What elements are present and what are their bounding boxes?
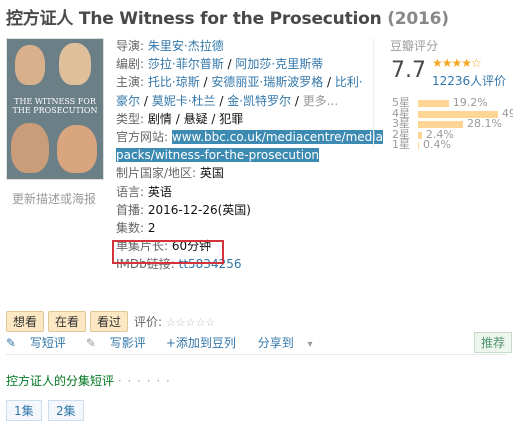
movie-info: 导演: 朱里安·杰拉德 编剧: 莎拉·菲尔普斯 / 阿加莎·克里斯蒂 主演: 托… xyxy=(116,39,383,272)
episode-reviews-title: 控方证人的分集短评 · · · · · · xyxy=(6,374,171,388)
country: 英国 xyxy=(199,166,224,181)
release-year: (2016) xyxy=(387,9,449,29)
rating-votes-link[interactable]: 12236人评价 xyxy=(432,72,506,89)
write-short-review-link[interactable]: ✎ 写短评 xyxy=(6,336,76,350)
add-to-list-link[interactable]: +添加到豆列 xyxy=(166,336,236,350)
share-link[interactable]: 分享到 ▾ xyxy=(258,336,323,350)
section-divider xyxy=(6,354,506,355)
cast-link[interactable]: 安德丽亚·瑞斯波罗格 xyxy=(211,75,323,89)
divider xyxy=(373,38,374,148)
rate-label: 评价: xyxy=(134,315,163,329)
pen-icon: ✎ xyxy=(85,336,96,350)
genre: 剧情 xyxy=(147,111,172,126)
cast-link[interactable]: 莫妮卡·杜兰 xyxy=(152,94,216,108)
language-label: 语言: xyxy=(116,184,145,199)
language: 英语 xyxy=(147,184,172,199)
rating-percent: 0.4% xyxy=(423,138,451,151)
director-label: 导演: xyxy=(116,39,145,53)
rating-score: 7.7 xyxy=(391,58,426,83)
rating-bar-fill xyxy=(418,131,422,139)
chevron-down-icon: ▾ xyxy=(307,339,313,350)
episode-tab-1[interactable]: 1集 xyxy=(6,400,42,421)
premiere-date: 2016-12-26(英国) xyxy=(147,202,251,217)
action-links: ✎ 写短评 ✎ 写影评 +添加到豆列 分享到 ▾ xyxy=(6,334,333,351)
writer-link[interactable]: 阿加莎·克里斯蒂 xyxy=(235,57,323,71)
rating-stars-icon: ★★★★☆ xyxy=(432,56,482,70)
update-description-link[interactable]: 更新描述或海报 xyxy=(12,190,96,207)
genre-label: 类型: xyxy=(116,111,145,126)
writer-label: 编剧: xyxy=(116,57,145,72)
cast-link[interactable]: 托比·琼斯 xyxy=(148,75,200,89)
watched-button[interactable]: 看过 xyxy=(90,311,129,332)
rating-percent: 28.1% xyxy=(466,117,502,130)
genre: 犯罪 xyxy=(219,111,244,126)
genre: 悬疑 xyxy=(183,111,208,126)
want-to-watch-button[interactable]: 想看 xyxy=(6,311,45,332)
pencil-icon: ✎ xyxy=(6,336,17,350)
poster-caption: THE WITNESS FOR THE PROSECUTION xyxy=(12,97,98,115)
episodes-label: 集数: xyxy=(116,221,145,236)
cast-link[interactable]: 豪尔 xyxy=(116,94,140,108)
runtime-highlight-box xyxy=(112,240,224,264)
director-link[interactable]: 朱里安·杰拉德 xyxy=(148,39,224,53)
website-link[interactable]: www.bbc.co.uk/mediacentre/media xyxy=(171,130,383,145)
rating-bar-fill xyxy=(418,121,463,128)
premiere-label: 首播: xyxy=(116,202,145,217)
rating-percent: 49.9% xyxy=(501,106,513,120)
website-label: 官方网站: xyxy=(116,130,169,145)
rating-bar-fill xyxy=(418,100,449,107)
action-buttons: 想看 在看 看过 评价: ☆☆☆☆☆ xyxy=(6,311,215,332)
cast-link[interactable]: 比利· xyxy=(335,75,363,89)
more-cast-link[interactable]: 更多... xyxy=(303,94,338,108)
rating-bar-fill xyxy=(418,142,419,149)
rating-label: 豆瓣评分 xyxy=(390,39,439,53)
page-title: 控方证人 The Witness for the Prosecution (20… xyxy=(6,9,449,29)
poster-image[interactable]: THE WITNESS FOR THE PROSECUTION xyxy=(6,38,104,180)
cast-label: 主演: xyxy=(116,75,145,90)
watching-button[interactable]: 在看 xyxy=(48,311,87,332)
rate-stars-input[interactable]: ☆☆☆☆☆ xyxy=(166,316,215,329)
cast-link[interactable]: 金·凯特罗尔 xyxy=(227,94,291,108)
rating-percent: 19.2% xyxy=(452,96,488,109)
recommend-button[interactable]: 推荐 xyxy=(474,332,513,353)
write-review-link[interactable]: ✎ 写影评 xyxy=(86,336,156,350)
writer-link[interactable]: 莎拉·菲尔普斯 xyxy=(148,57,224,71)
rating-star-label: 1星 xyxy=(392,138,410,151)
episode-count: 2 xyxy=(147,221,156,236)
episode-tab-2[interactable]: 2集 xyxy=(48,400,84,421)
country-label: 制片国家/地区: xyxy=(116,166,197,181)
website-link-continued[interactable]: packs/witness-for-the-prosecution xyxy=(116,148,320,163)
